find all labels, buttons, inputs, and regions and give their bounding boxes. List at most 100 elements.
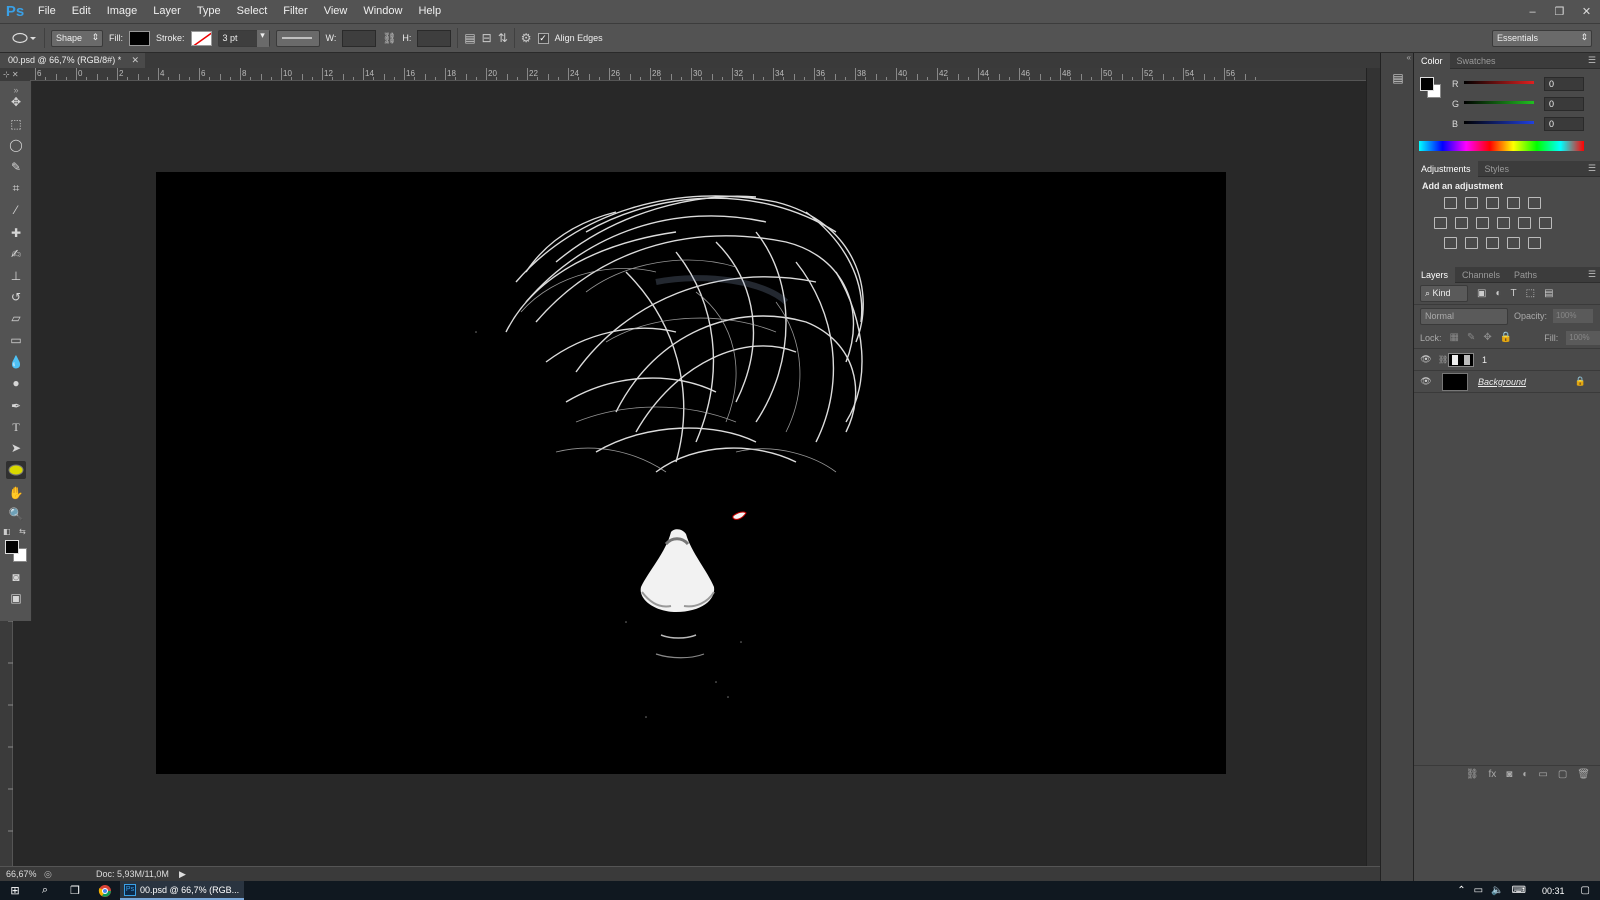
chrome-icon[interactable] — [90, 881, 120, 900]
eyedropper-tool-icon[interactable]: ⁄ — [6, 201, 26, 219]
add-mask-icon[interactable]: ◙ — [1506, 769, 1512, 780]
stroke-size-field[interactable]: 3 pt ▾ — [217, 29, 270, 47]
color-fg-swatch[interactable] — [1420, 77, 1434, 91]
tab-styles[interactable]: Styles — [1478, 161, 1517, 177]
vibrance-icon[interactable] — [1528, 197, 1541, 209]
search-icon[interactable]: ⌕ — [30, 881, 60, 900]
panel-menu-icon[interactable]: ☰ — [1588, 163, 1596, 174]
layer-row[interactable]: 👁 Background 🔒 — [1414, 371, 1600, 393]
tab-color[interactable]: Color — [1414, 52, 1450, 69]
layer-style-icon[interactable]: fx — [1489, 769, 1497, 780]
filter-type-icon[interactable]: T — [1511, 288, 1517, 299]
gradient-tool-icon[interactable]: ▭ — [6, 331, 26, 349]
brush-tool-icon[interactable]: ✍ — [6, 245, 26, 263]
exposure-icon[interactable] — [1507, 197, 1520, 209]
document-tab[interactable]: 00.psd @ 66,7% (RGB/8#) * ✕ — [0, 53, 145, 68]
color-balance-icon[interactable] — [1455, 217, 1468, 229]
height-field[interactable] — [417, 29, 452, 47]
blur-tool-icon[interactable]: 💧 — [6, 353, 26, 371]
lock-position-icon[interactable]: ✥ — [1483, 332, 1491, 343]
close-button[interactable]: ✕ — [1573, 0, 1600, 23]
shape-mode-select[interactable]: Shape ⇕ — [51, 29, 103, 47]
hue-saturation-icon[interactable] — [1434, 217, 1447, 229]
vertical-scrollbar[interactable] — [1366, 68, 1380, 866]
color-lookup-icon[interactable] — [1539, 217, 1552, 229]
curves-icon[interactable] — [1486, 197, 1499, 209]
layer-filter-kind-select[interactable]: ⌕ Kind — [1420, 285, 1468, 302]
healing-brush-tool-icon[interactable]: ✚ — [6, 224, 26, 242]
windows-start-icon[interactable]: ⊞ — [0, 881, 30, 900]
task-view-icon[interactable]: ❐ — [60, 881, 90, 900]
ruler-horizontal[interactable]: 6 0 2 4 6 8 10 12 14 16 18 20 22 24 26 28 30 32 34 36 38 40 42… — [30, 68, 1366, 81]
menu-select[interactable]: Select — [229, 0, 276, 23]
eye-icon[interactable]: 👁 — [1414, 354, 1438, 365]
restore-button[interactable]: ❐ — [1546, 0, 1573, 23]
keyboard-icon[interactable]: ⌨ — [1512, 885, 1526, 896]
channel-mixer-icon[interactable] — [1518, 217, 1531, 229]
red-slider[interactable] — [1464, 81, 1534, 84]
quick-selection-tool-icon[interactable]: ✎ — [6, 158, 26, 176]
tab-layers[interactable]: Layers — [1414, 266, 1456, 283]
minimize-button[interactable]: – — [1519, 0, 1546, 23]
menu-image[interactable]: Image — [99, 0, 146, 23]
hand-tool-icon[interactable]: ✋ — [6, 484, 26, 502]
blue-slider[interactable] — [1464, 121, 1534, 124]
show-hidden-icons-icon[interactable]: ⌃ — [1457, 885, 1465, 896]
lock-all-icon[interactable]: 🔒 — [1500, 332, 1512, 343]
opacity-field[interactable]: 100% — [1553, 309, 1594, 323]
red-value-field[interactable]: 0 — [1544, 77, 1584, 91]
clone-stamp-tool-icon[interactable]: ⊥ — [6, 267, 26, 285]
crop-tool-icon[interactable]: ⌗ — [6, 179, 26, 197]
lock-image-icon[interactable]: ✎ — [1467, 332, 1475, 343]
taskbar-photoshop-button[interactable]: Ps 00.psd @ 66,7% (RGB... — [120, 881, 244, 900]
stroke-swatch[interactable] — [190, 30, 212, 46]
photo-filter-icon[interactable] — [1497, 217, 1510, 229]
blue-value-field[interactable]: 0 — [1544, 117, 1584, 131]
history-brush-tool-icon[interactable]: ↺ — [6, 288, 26, 306]
lasso-tool-icon[interactable]: ◯ — [6, 136, 26, 154]
foreground-color-swatch[interactable] — [5, 540, 19, 554]
new-group-icon[interactable]: ▭ — [1538, 769, 1547, 780]
black-white-icon[interactable] — [1476, 217, 1489, 229]
volume-icon[interactable]: 🔈 — [1491, 885, 1503, 896]
move-tool-icon[interactable]: ✥ — [6, 93, 26, 111]
filter-pixel-icon[interactable]: ▣ — [1477, 288, 1486, 299]
screen-mode-icon[interactable]: ▣ — [6, 589, 26, 607]
gear-icon[interactable]: ⚙ — [521, 31, 532, 45]
notifications-icon[interactable]: ▢ — [1581, 885, 1590, 896]
ellipse-tool-icon[interactable] — [6, 461, 26, 479]
workspace-select[interactable]: Essentials ⇕ — [1492, 30, 1592, 47]
stroke-type-select[interactable] — [275, 29, 320, 47]
quick-mask-icon[interactable]: ◙ — [6, 568, 26, 586]
menu-window[interactable]: Window — [355, 0, 410, 23]
menu-edit[interactable]: Edit — [64, 0, 99, 23]
path-alignment-icon[interactable]: ⊟ — [482, 31, 492, 45]
clock[interactable]: 00:31 — [1534, 886, 1573, 896]
dodge-tool-icon[interactable]: ● — [6, 374, 26, 392]
tab-adjustments[interactable]: Adjustments — [1414, 160, 1478, 177]
tab-channels[interactable]: Channels — [1455, 267, 1507, 283]
document-canvas[interactable] — [156, 172, 1226, 774]
zoom-tool-icon[interactable]: 🔍 — [6, 505, 26, 523]
tab-swatches[interactable]: Swatches — [1450, 53, 1503, 69]
menu-view[interactable]: View — [316, 0, 356, 23]
link-icon[interactable]: ⛓ — [382, 32, 396, 45]
green-slider[interactable] — [1464, 101, 1534, 104]
color-spectrum-ramp[interactable] — [1419, 141, 1584, 151]
fill-swatch[interactable] — [129, 30, 150, 46]
menu-filter[interactable]: Filter — [275, 0, 315, 23]
close-icon[interactable]: ✕ — [131, 53, 139, 68]
align-edges-checkbox[interactable]: ✓ — [537, 32, 549, 44]
gradient-map-icon[interactable] — [1528, 237, 1541, 249]
eye-icon[interactable]: 👁 — [1414, 376, 1438, 387]
path-operations-icon[interactable]: ▤ — [464, 31, 475, 45]
panel-menu-icon[interactable]: ☰ — [1588, 269, 1596, 280]
marquee-tool-icon[interactable]: ⬚ — [6, 115, 26, 133]
menu-file[interactable]: File — [30, 0, 64, 23]
status-menu-arrow-icon[interactable]: ▶ — [179, 869, 186, 880]
history-panel-icon[interactable]: ▤ — [1390, 71, 1406, 87]
swap-colors-icon[interactable]: ⇆ — [19, 527, 26, 536]
zoom-level[interactable]: 66,67% — [0, 869, 44, 879]
selective-color-icon[interactable] — [1507, 237, 1520, 249]
ellipse-tool-preset-icon[interactable] — [10, 29, 38, 47]
